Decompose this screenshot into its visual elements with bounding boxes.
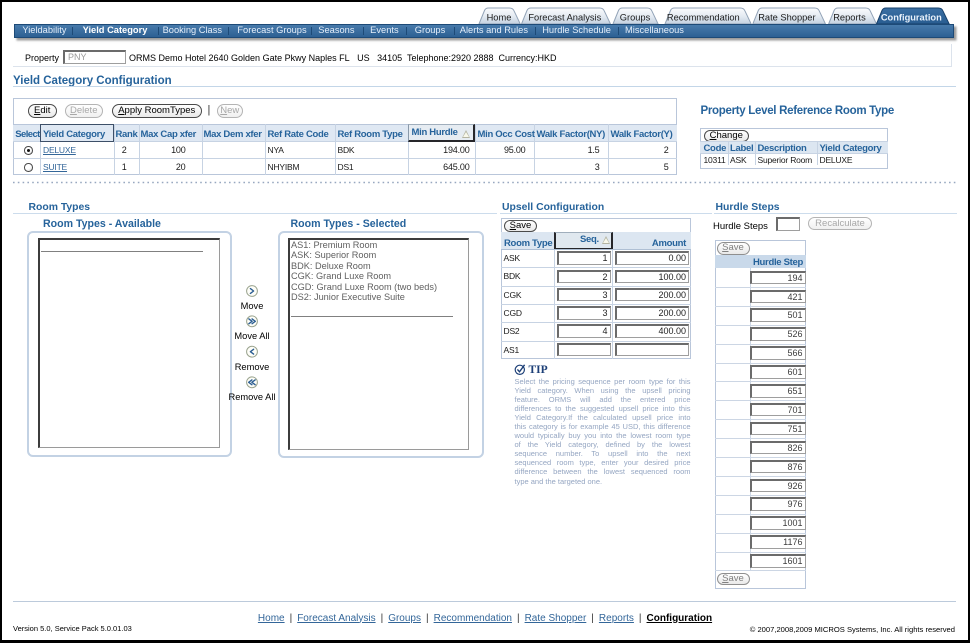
svg-text:Recommendation: Recommendation	[667, 13, 740, 23]
svg-text:Configuration: Configuration	[881, 13, 942, 23]
svg-text:Forecast Analysis: Forecast Analysis	[528, 13, 601, 23]
svg-text:Rate Shopper: Rate Shopper	[758, 13, 815, 23]
svg-text:Reports: Reports	[833, 13, 866, 23]
svg-text:Home: Home	[487, 13, 512, 23]
svg-text:Groups: Groups	[620, 13, 651, 23]
